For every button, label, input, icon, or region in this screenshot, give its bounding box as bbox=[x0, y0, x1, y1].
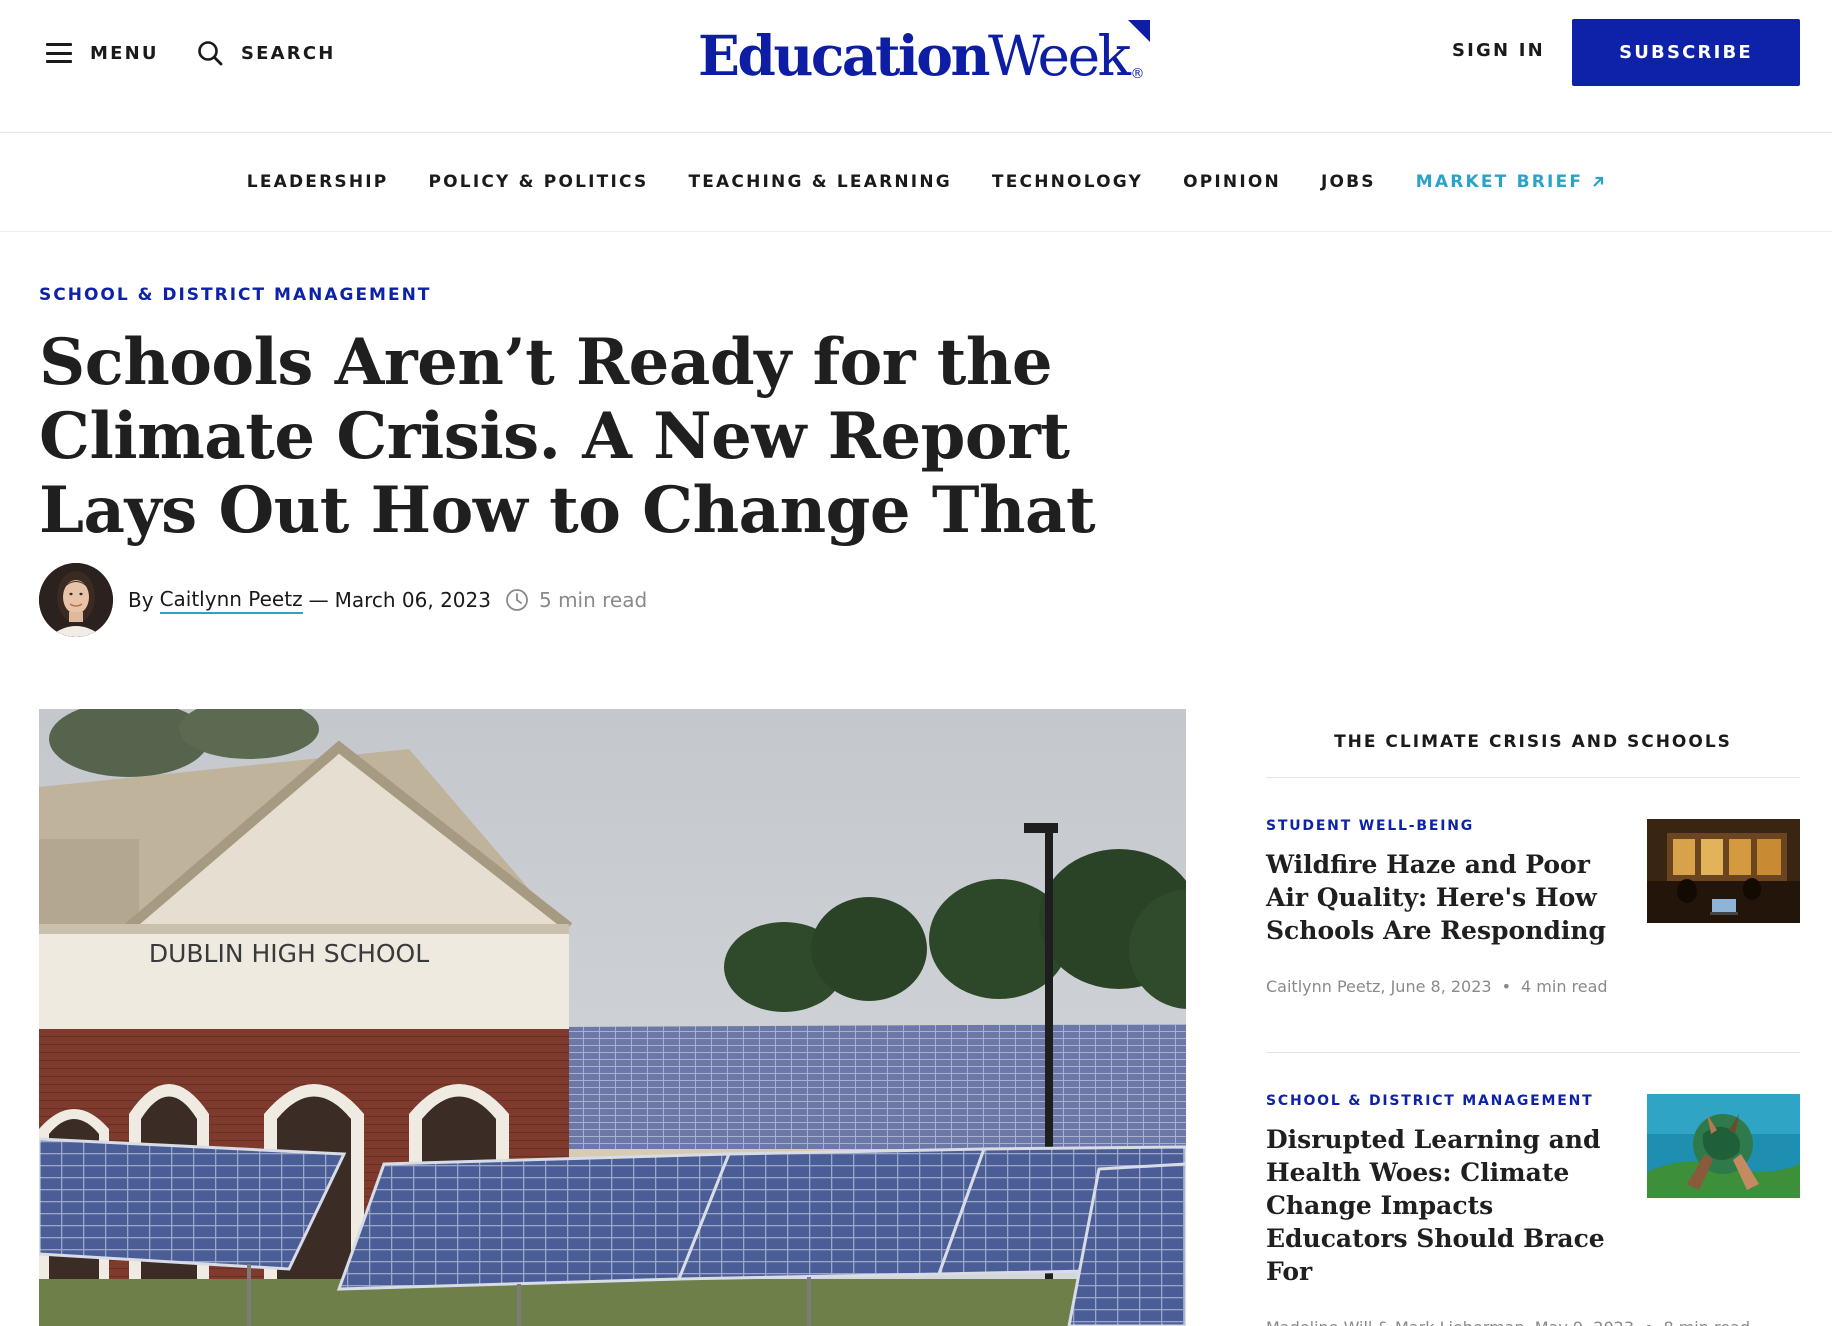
author-avatar[interactable] bbox=[39, 563, 113, 637]
logo-corner-mark bbox=[1128, 20, 1151, 42]
card-thumbnail[interactable] bbox=[1647, 1094, 1800, 1198]
byline-text: By Caitlynn Peetz — March 06, 2023 5 min… bbox=[128, 587, 647, 614]
nav-item-market-brief[interactable]: MARKET BRIEF bbox=[1416, 172, 1605, 192]
logo-light: Week bbox=[987, 24, 1131, 88]
hero-image: DUBLIN HIGH SCHOOL bbox=[39, 709, 1186, 1326]
search-button[interactable]: SEARCH bbox=[197, 36, 336, 70]
clock-icon bbox=[506, 589, 528, 611]
nav-item-technology[interactable]: TECHNOLOGY bbox=[992, 172, 1143, 192]
article-byline: By Caitlynn Peetz — March 06, 2023 5 min… bbox=[39, 563, 647, 637]
meta-separator: • bbox=[1644, 1318, 1653, 1326]
logo-registered-mark: ® bbox=[1130, 66, 1145, 82]
search-label: SEARCH bbox=[241, 42, 336, 64]
by-prefix: By bbox=[128, 588, 154, 612]
primary-nav: LEADERSHIP POLICY & POLITICS TEACHING & … bbox=[0, 133, 1832, 232]
nav-item-opinion[interactable]: OPINION bbox=[1183, 172, 1281, 192]
market-brief-label: MARKET BRIEF bbox=[1415, 172, 1584, 192]
meta-separator: • bbox=[1501, 977, 1512, 996]
article-headline: Schools Aren’t Ready for the Climate Cri… bbox=[39, 325, 1096, 548]
logo-bold: Education bbox=[698, 23, 990, 88]
sidebar-divider bbox=[1266, 1052, 1800, 1053]
card-byline: Caitlynn Peetz, June 8, 2023 bbox=[1266, 977, 1492, 996]
card-title[interactable]: Wildfire Haze and Poor Air Quality: Here… bbox=[1266, 848, 1626, 947]
sidebar-divider bbox=[1266, 777, 1800, 778]
card-byline: Madeline Will & Mark Lieberman, May 9, 2… bbox=[1266, 1318, 1634, 1326]
search-icon bbox=[198, 41, 223, 66]
byline-dash: — bbox=[308, 588, 329, 612]
card-read-time: 4 min read bbox=[1521, 977, 1608, 996]
hero-school-sign: DUBLIN HIGH SCHOOL bbox=[149, 939, 429, 968]
hamburger-icon bbox=[46, 43, 72, 63]
education-week-logo[interactable]: EducationWeek ® bbox=[698, 20, 1151, 89]
sidebar-title: THE CLIMATE CRISIS AND SCHOOLS bbox=[1334, 732, 1732, 752]
card-thumbnail[interactable] bbox=[1647, 819, 1800, 923]
related-article-card[interactable]: STUDENT WELL-BEING Wildfire Haze and Poo… bbox=[1266, 818, 1800, 996]
site-header: MENU SEARCH EducationWeek ® SIGN IN SUBS… bbox=[0, 0, 1832, 133]
menu-button[interactable]: MENU bbox=[46, 36, 159, 70]
author-link[interactable]: Caitlynn Peetz bbox=[159, 587, 303, 614]
logo-wordmark: EducationWeek bbox=[698, 23, 1131, 89]
publish-date: March 06, 2023 bbox=[334, 588, 491, 612]
nav-item-leadership[interactable]: LEADERSHIP bbox=[247, 172, 389, 192]
nav-item-jobs[interactable]: JOBS bbox=[1321, 172, 1376, 192]
external-arrow-icon bbox=[1593, 176, 1604, 187]
card-read-time: 8 min read bbox=[1663, 1318, 1750, 1326]
sign-in-link[interactable]: SIGN IN bbox=[1452, 40, 1545, 61]
nav-item-policy-politics[interactable]: POLICY & POLITICS bbox=[428, 172, 648, 192]
article-category[interactable]: SCHOOL & DISTRICT MANAGEMENT bbox=[39, 285, 431, 305]
read-time: 5 min read bbox=[538, 588, 648, 612]
card-title[interactable]: Disrupted Learning and Health Woes: Clim… bbox=[1266, 1123, 1626, 1288]
subscribe-button[interactable]: SUBSCRIBE bbox=[1572, 19, 1800, 86]
card-meta: Caitlynn Peetz, June 8, 2023 • 4 min read bbox=[1266, 977, 1800, 996]
related-article-card[interactable]: SCHOOL & DISTRICT MANAGEMENT Disrupted L… bbox=[1266, 1093, 1800, 1326]
card-meta: Madeline Will & Mark Lieberman, May 9, 2… bbox=[1266, 1318, 1800, 1326]
menu-label: MENU bbox=[90, 42, 159, 64]
nav-item-teaching-learning[interactable]: TEACHING & LEARNING bbox=[688, 172, 951, 192]
